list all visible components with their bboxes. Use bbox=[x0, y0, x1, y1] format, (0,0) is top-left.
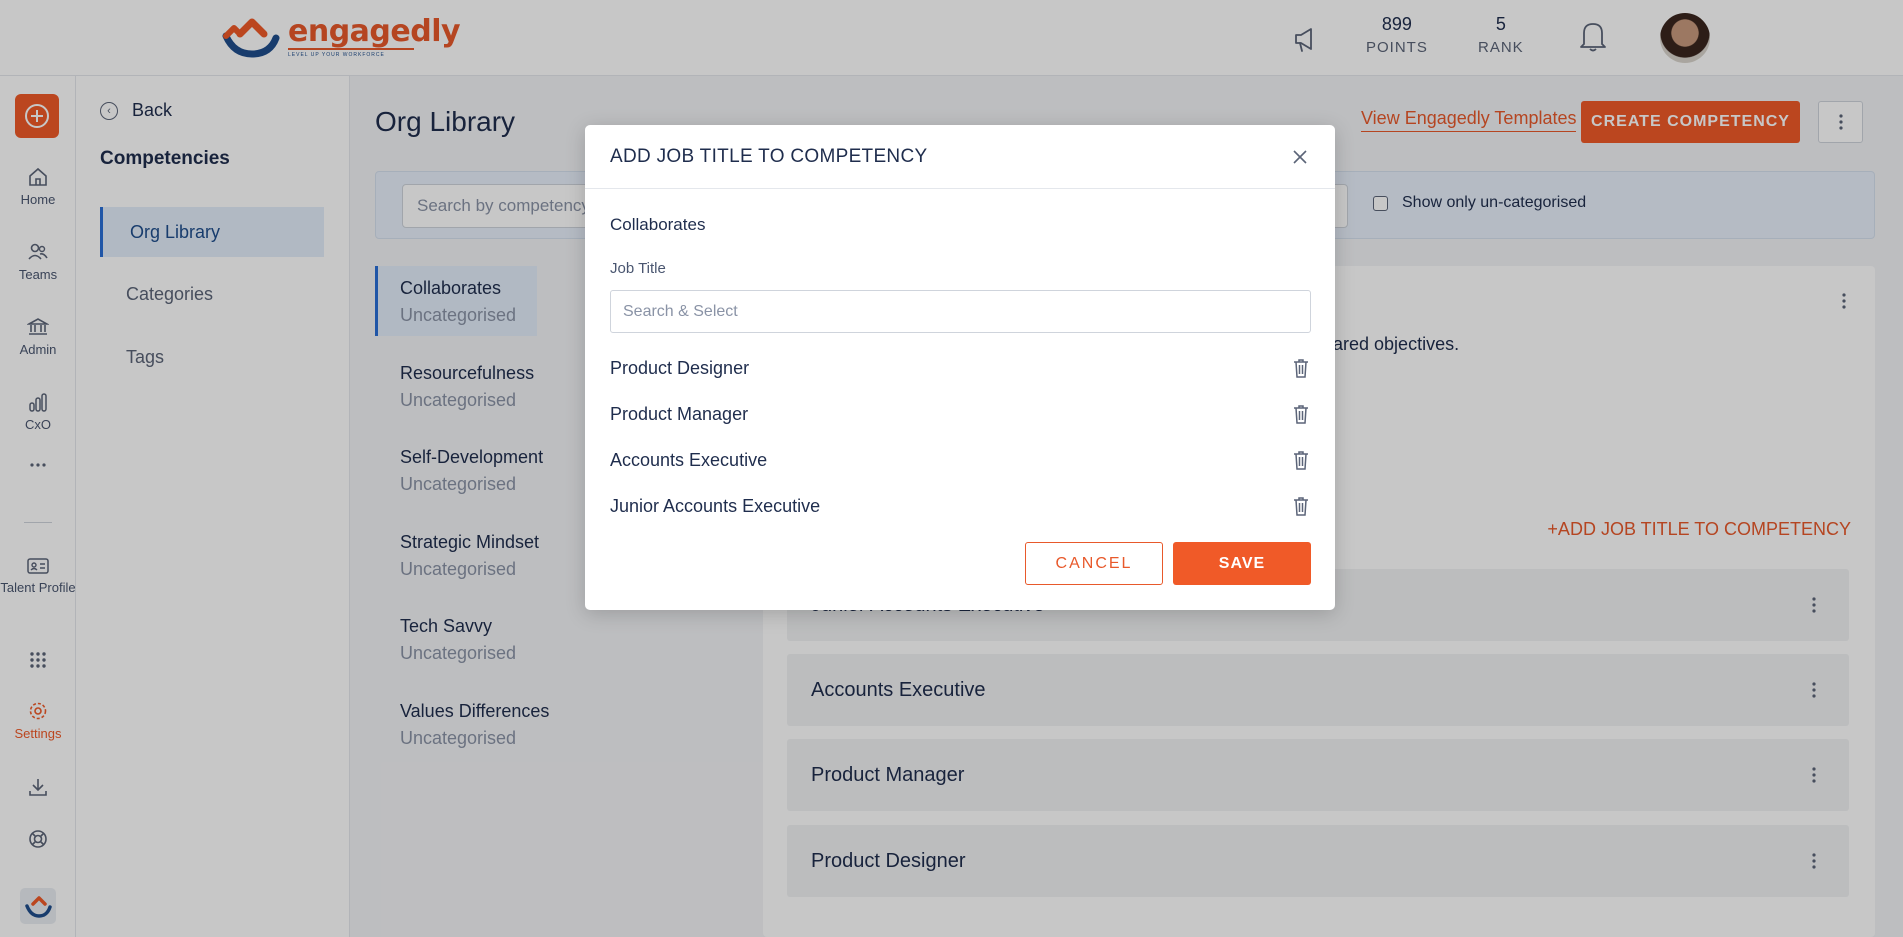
selected-job-title: Accounts Executive bbox=[610, 449, 768, 470]
selected-job-title: Junior Accounts Executive bbox=[610, 495, 821, 516]
add-job-title-modal: ADD JOB TITLE TO COMPETENCY Collaborates… bbox=[585, 125, 1335, 610]
job-title-search-input[interactable] bbox=[610, 290, 1311, 333]
job-title-label: Job Title bbox=[610, 260, 666, 277]
trash-icon[interactable] bbox=[1291, 495, 1311, 517]
selected-job-title-row: Product Manager bbox=[610, 399, 1311, 429]
trash-icon[interactable] bbox=[1291, 403, 1311, 425]
selected-job-title: Product Designer bbox=[610, 357, 750, 378]
selected-job-title-row: Junior Accounts Executive bbox=[610, 491, 1311, 521]
close-icon bbox=[1293, 149, 1307, 164]
selected-job-title: Product Manager bbox=[610, 403, 749, 424]
save-button[interactable]: SAVE bbox=[1173, 542, 1311, 585]
modal-competency-name: Collaborates bbox=[610, 215, 706, 234]
selected-job-title-row: Product Designer bbox=[610, 353, 1311, 383]
modal-title: ADD JOB TITLE TO COMPETENCY bbox=[610, 145, 928, 167]
modal-header: ADD JOB TITLE TO COMPETENCY bbox=[585, 125, 1335, 189]
selected-job-title-row: Accounts Executive bbox=[610, 445, 1311, 475]
modal-close-button[interactable] bbox=[1290, 147, 1310, 167]
trash-icon[interactable] bbox=[1291, 449, 1311, 471]
trash-icon[interactable] bbox=[1291, 357, 1311, 379]
cancel-button[interactable]: CANCEL bbox=[1025, 542, 1163, 585]
